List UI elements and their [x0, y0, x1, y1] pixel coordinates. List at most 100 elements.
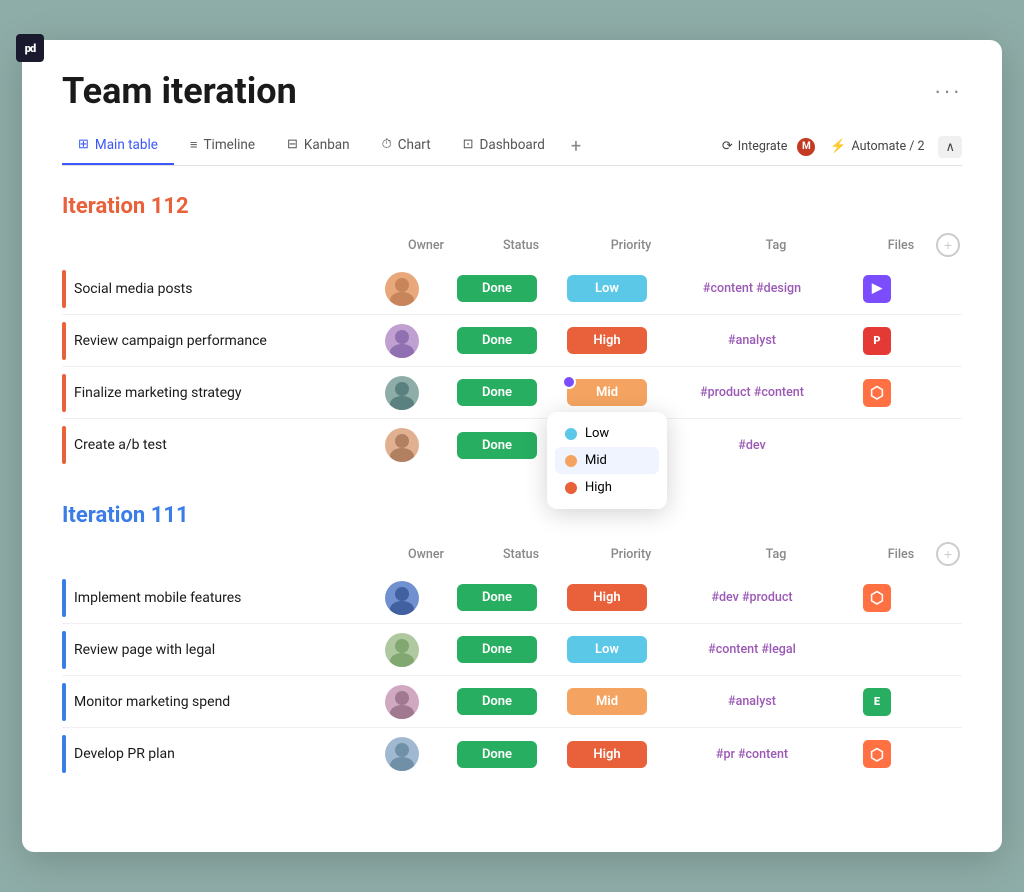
priority-badge: High: [567, 327, 647, 354]
col-priority-header: Priority: [576, 238, 686, 253]
tab-timeline[interactable]: ≡ Timeline: [174, 129, 271, 165]
row-status[interactable]: Done: [442, 741, 552, 768]
popup-item-high[interactable]: High: [555, 474, 659, 501]
col-status-header: Status: [466, 238, 576, 253]
priority-badge: Mid: [567, 688, 647, 715]
row-tag: #content #design: [662, 281, 842, 296]
tab-chart[interactable]: ⏱ Chart: [366, 129, 447, 165]
col-tag-header: Tag: [686, 547, 866, 562]
priority-badge: Low: [567, 636, 647, 663]
iteration-112-header: Iteration 112: [62, 194, 962, 219]
tag: #pr #content: [716, 747, 788, 762]
row-priority[interactable]: High: [552, 584, 662, 611]
row-priority[interactable]: Low: [552, 636, 662, 663]
row-status[interactable]: Done: [442, 379, 552, 406]
status-badge: Done: [457, 584, 537, 611]
table-header-111: Owner Status Priority Tag Files +: [62, 536, 962, 572]
row-status[interactable]: Done: [442, 327, 552, 354]
row-status[interactable]: Done: [442, 688, 552, 715]
avatar: [385, 428, 419, 462]
row-priority[interactable]: Mid Low Mid High: [552, 379, 662, 406]
avatar: [385, 633, 419, 667]
row-priority[interactable]: High: [552, 741, 662, 768]
row-priority[interactable]: Mid: [552, 688, 662, 715]
tag: #analyst: [728, 333, 776, 348]
row-bar-blue: [62, 579, 66, 617]
row-bar-blue: [62, 735, 66, 773]
row-bar-orange: [62, 426, 66, 464]
main-window: Team iteration ··· ⊞ Main table ≡ Timeli…: [22, 40, 1002, 852]
task-name: Monitor marketing spend: [74, 694, 362, 710]
table-row: Review campaign performance Done High #a…: [62, 315, 962, 367]
row-tag: #product #content: [662, 385, 842, 400]
avatar-m: M: [796, 137, 816, 157]
row-status[interactable]: Done: [442, 636, 552, 663]
dot-low: [565, 428, 577, 440]
tag: #content #design: [703, 281, 801, 296]
row-tag: #dev #product: [662, 590, 842, 605]
tab-chart-label: Chart: [398, 137, 431, 153]
tabs-bar: ⊞ Main table ≡ Timeline ⊟ Kanban ⏱ Chart…: [62, 128, 962, 166]
automate-button[interactable]: ⚡ Automate / 2: [830, 139, 924, 154]
table-icon: ⊞: [78, 137, 89, 152]
row-bar-blue: [62, 683, 66, 721]
tab-kanban[interactable]: ⊟ Kanban: [271, 129, 366, 165]
task-name: Implement mobile features: [74, 590, 362, 606]
row-status[interactable]: Done: [442, 432, 552, 459]
automate-icon: ⚡: [830, 139, 846, 154]
row-priority[interactable]: High: [552, 327, 662, 354]
task-name: Review page with legal: [74, 642, 362, 658]
file-icon: E: [863, 688, 891, 716]
row-owner: [362, 376, 442, 410]
status-badge: Done: [457, 432, 537, 459]
row-status[interactable]: Done: [442, 584, 552, 611]
row-bar-blue: [62, 631, 66, 669]
row-tag: #analyst: [662, 694, 842, 709]
page-header: Team iteration ···: [62, 70, 962, 112]
tab-add-button[interactable]: +: [561, 128, 591, 165]
timeline-icon: ≡: [190, 137, 198, 153]
row-bar-orange: [62, 270, 66, 308]
row-owner: [362, 428, 442, 462]
tab-dashboard[interactable]: ⊡ Dashboard: [447, 129, 561, 165]
row-owner: [362, 737, 442, 771]
popup-item-low[interactable]: Low: [555, 420, 659, 447]
row-files: ⬡: [842, 584, 912, 612]
iteration-112-section: Iteration 112 Owner Status Priority Tag …: [62, 194, 962, 471]
file-icon: ▶: [863, 275, 891, 303]
table-row: Monitor marketing spend Done Mid #analys…: [62, 676, 962, 728]
add-column-button-111[interactable]: +: [936, 542, 960, 566]
col-tag-header: Tag: [686, 238, 866, 253]
popup-item-mid[interactable]: Mid: [555, 447, 659, 474]
tag: #product #content: [700, 385, 804, 400]
table-row: Review page with legal Done Low #content…: [62, 624, 962, 676]
row-status[interactable]: Done: [442, 275, 552, 302]
row-owner: [362, 324, 442, 358]
integrate-button[interactable]: ⟳ Integrate M: [722, 137, 816, 157]
tab-main-table-label: Main table: [95, 137, 158, 153]
collapse-button[interactable]: ∧: [938, 136, 962, 158]
more-button[interactable]: ···: [934, 78, 962, 104]
row-tag: #analyst: [662, 333, 842, 348]
status-badge: Done: [457, 636, 537, 663]
iteration-111-title: Iteration 111: [62, 503, 189, 528]
priority-badge: High: [567, 741, 647, 768]
row-tag: #dev: [662, 438, 842, 453]
row-priority[interactable]: Low: [552, 275, 662, 302]
tab-main-table[interactable]: ⊞ Main table: [62, 129, 174, 165]
row-owner: [362, 685, 442, 719]
add-column-button-112[interactable]: +: [936, 233, 960, 257]
status-badge: Done: [457, 327, 537, 354]
row-files: E: [842, 688, 912, 716]
row-tag: #content #legal: [662, 642, 842, 657]
integrate-label: Integrate: [738, 139, 788, 154]
task-name: Finalize marketing strategy: [74, 385, 362, 401]
avatar: [385, 685, 419, 719]
tab-dashboard-label: Dashboard: [480, 137, 545, 153]
avatar: [385, 581, 419, 615]
row-bar-orange: [62, 374, 66, 412]
priority-badge: Mid: [567, 379, 647, 406]
col-add-header: +: [936, 233, 966, 257]
task-name: Create a/b test: [74, 437, 362, 453]
col-priority-header: Priority: [576, 547, 686, 562]
